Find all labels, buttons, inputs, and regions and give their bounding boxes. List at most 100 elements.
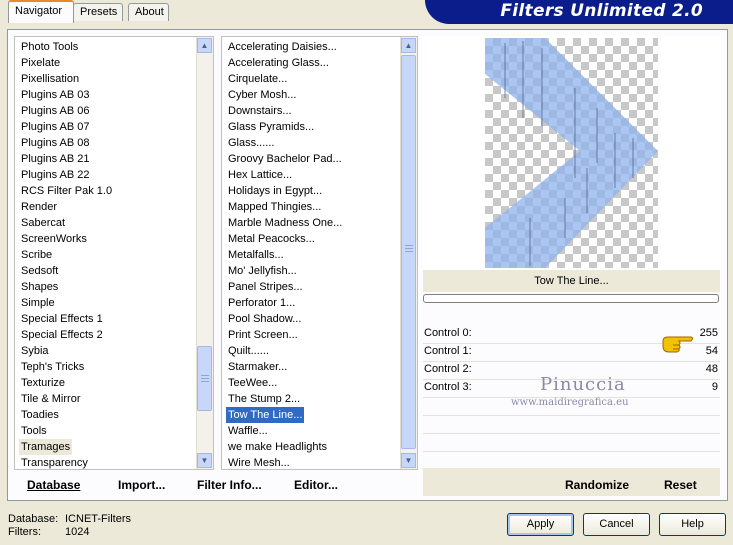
status-filters: Filters: 1024 bbox=[8, 526, 89, 538]
category-item[interactable]: Plugins AB 03 bbox=[19, 87, 92, 103]
category-item[interactable]: Texturize bbox=[19, 375, 67, 391]
progress-bar bbox=[423, 294, 719, 303]
pointing-hand-icon bbox=[662, 336, 693, 353]
tab-about[interactable]: About bbox=[128, 3, 169, 21]
control-empty-row bbox=[423, 415, 720, 434]
status-filters-label: Filters: bbox=[8, 526, 41, 538]
category-item[interactable]: Tile & Mirror bbox=[19, 391, 82, 407]
filter-item[interactable]: Glass...... bbox=[226, 135, 276, 151]
category-item[interactable]: Plugins AB 22 bbox=[19, 167, 92, 183]
filter-list[interactable]: ▲ ▼ Accelerating Daisies... Accelerating … bbox=[221, 36, 418, 470]
filter-item[interactable]: Waffle... bbox=[226, 423, 270, 439]
filter-item[interactable]: Groovy Bachelor Pad... bbox=[226, 151, 344, 167]
status-filters-value: 1024 bbox=[65, 526, 90, 538]
filter-item[interactable]: Tow The Line... bbox=[226, 407, 305, 423]
category-item[interactable]: Teph's Tricks bbox=[19, 359, 86, 375]
filter-item[interactable]: Quilt...... bbox=[226, 343, 271, 359]
filter-item[interactable]: Wire Mesh... bbox=[226, 455, 292, 469]
control-3-label: Control 3: bbox=[424, 381, 472, 393]
category-item[interactable]: Plugins AB 21 bbox=[19, 151, 92, 167]
category-item[interactable]: Plugins AB 06 bbox=[19, 103, 92, 119]
database-button[interactable]: Database bbox=[27, 478, 80, 492]
category-item[interactable]: Tramages bbox=[19, 439, 73, 455]
control-1-label: Control 1: bbox=[424, 345, 472, 357]
editor-button[interactable]: Editor... bbox=[294, 478, 338, 492]
import-button[interactable]: Import... bbox=[118, 478, 165, 492]
filter-item[interactable]: Cirquelate... bbox=[226, 71, 289, 87]
category-scroll-thumb[interactable] bbox=[197, 346, 212, 411]
cancel-button[interactable]: Cancel bbox=[583, 513, 650, 536]
category-item[interactable]: ScreenWorks bbox=[19, 231, 89, 247]
filter-item[interactable]: Marble Madness One... bbox=[226, 215, 344, 231]
status-database: Database: ICNET-Filters bbox=[8, 513, 131, 525]
watermark-name: Pinuccia bbox=[540, 374, 626, 395]
scroll-down-arrow-icon[interactable]: ▼ bbox=[401, 453, 416, 468]
filter-scroll-thumb[interactable] bbox=[401, 55, 416, 449]
category-item[interactable]: Transparency bbox=[19, 455, 90, 469]
window-title: Filters Unlimited 2.0 bbox=[500, 1, 703, 21]
filter-item[interactable]: Metalfalls... bbox=[226, 247, 286, 263]
filter-item[interactable]: Mo' Jellyfish... bbox=[226, 263, 299, 279]
category-item[interactable]: Pixelate bbox=[19, 55, 62, 71]
control-2-label: Control 2: bbox=[424, 363, 472, 375]
category-item[interactable]: Render bbox=[19, 199, 59, 215]
filter-item[interactable]: Holidays in Egypt... bbox=[226, 183, 324, 199]
preview-image bbox=[485, 38, 658, 268]
reset-button[interactable]: Reset bbox=[664, 478, 697, 492]
filter-item[interactable]: we make Headlights bbox=[226, 439, 329, 455]
scroll-down-arrow-icon[interactable]: ▼ bbox=[197, 453, 212, 468]
filter-item[interactable]: Metal Peacocks... bbox=[226, 231, 317, 247]
filter-item[interactable]: Glass Pyramids... bbox=[226, 119, 316, 135]
control-empty-row bbox=[423, 451, 720, 469]
filter-title: Tow The Line... bbox=[423, 270, 720, 292]
category-item[interactable]: Sybia bbox=[19, 343, 51, 359]
filter-item[interactable]: Accelerating Daisies... bbox=[226, 39, 339, 55]
category-item[interactable]: Special Effects 1 bbox=[19, 311, 105, 327]
tab-presets[interactable]: Presets bbox=[73, 3, 123, 21]
title-banner: Filters Unlimited 2.0 bbox=[425, 0, 733, 24]
scroll-up-arrow-icon[interactable]: ▲ bbox=[401, 38, 416, 53]
category-item[interactable]: Special Effects 2 bbox=[19, 327, 105, 343]
category-item[interactable]: Shapes bbox=[19, 279, 60, 295]
category-list[interactable]: ▲ ▼ Photo Tools Pixelate Pixellisation Plug… bbox=[14, 36, 214, 470]
category-item[interactable]: Tools bbox=[19, 423, 49, 439]
randomize-button[interactable]: Randomize bbox=[565, 478, 629, 492]
category-item[interactable]: Simple bbox=[19, 295, 57, 311]
category-item[interactable]: Toadies bbox=[19, 407, 61, 423]
filter-item[interactable]: Panel Stripes... bbox=[226, 279, 305, 295]
category-item[interactable]: Sabercat bbox=[19, 215, 67, 231]
category-item[interactable]: RCS Filter Pak 1.0 bbox=[19, 183, 114, 199]
category-item[interactable]: Scribe bbox=[19, 247, 54, 263]
filter-item[interactable]: Starmaker... bbox=[226, 359, 289, 375]
category-item[interactable]: Plugins AB 08 bbox=[19, 135, 92, 151]
filter-info-button[interactable]: Filter Info... bbox=[197, 478, 262, 492]
watermark-url: www.maidiregrafica.eu bbox=[511, 397, 629, 408]
control-2-value: 48 bbox=[705, 363, 718, 375]
filter-item[interactable]: Pool Shadow... bbox=[226, 311, 303, 327]
filter-item[interactable]: Hex Lattice... bbox=[226, 167, 294, 183]
filter-item[interactable]: Perforator 1... bbox=[226, 295, 297, 311]
control-0-label: Control 0: bbox=[424, 327, 472, 339]
filter-scrollbar[interactable]: ▲ ▼ bbox=[400, 37, 417, 469]
status-database-value: ICNET-Filters bbox=[65, 513, 131, 525]
help-button[interactable]: Help bbox=[659, 513, 726, 536]
category-item[interactable]: Pixellisation bbox=[19, 71, 81, 87]
category-item[interactable]: Sedsoft bbox=[19, 263, 60, 279]
filter-item[interactable]: Downstairs... bbox=[226, 103, 294, 119]
tab-navigator[interactable]: Navigator bbox=[8, 0, 74, 23]
filter-item[interactable]: The Stump 2... bbox=[226, 391, 302, 407]
filter-item[interactable]: Mapped Thingies... bbox=[226, 199, 323, 215]
apply-button[interactable]: Apply bbox=[507, 513, 574, 536]
category-item[interactable]: Photo Tools bbox=[19, 39, 80, 55]
category-item[interactable]: Plugins AB 07 bbox=[19, 119, 92, 135]
filter-item[interactable]: Cyber Mosh... bbox=[226, 87, 298, 103]
scroll-up-arrow-icon[interactable]: ▲ bbox=[197, 38, 212, 53]
filter-item[interactable]: TeeWee... bbox=[226, 375, 279, 391]
preview-area bbox=[423, 36, 720, 270]
filter-item[interactable]: Accelerating Glass... bbox=[226, 55, 331, 71]
category-scrollbar[interactable]: ▲ ▼ bbox=[196, 37, 213, 469]
status-database-label: Database: bbox=[8, 513, 59, 525]
control-1-value: 54 bbox=[705, 345, 718, 357]
filter-item[interactable]: Print Screen... bbox=[226, 327, 300, 343]
control-0-value: 255 bbox=[699, 327, 718, 339]
